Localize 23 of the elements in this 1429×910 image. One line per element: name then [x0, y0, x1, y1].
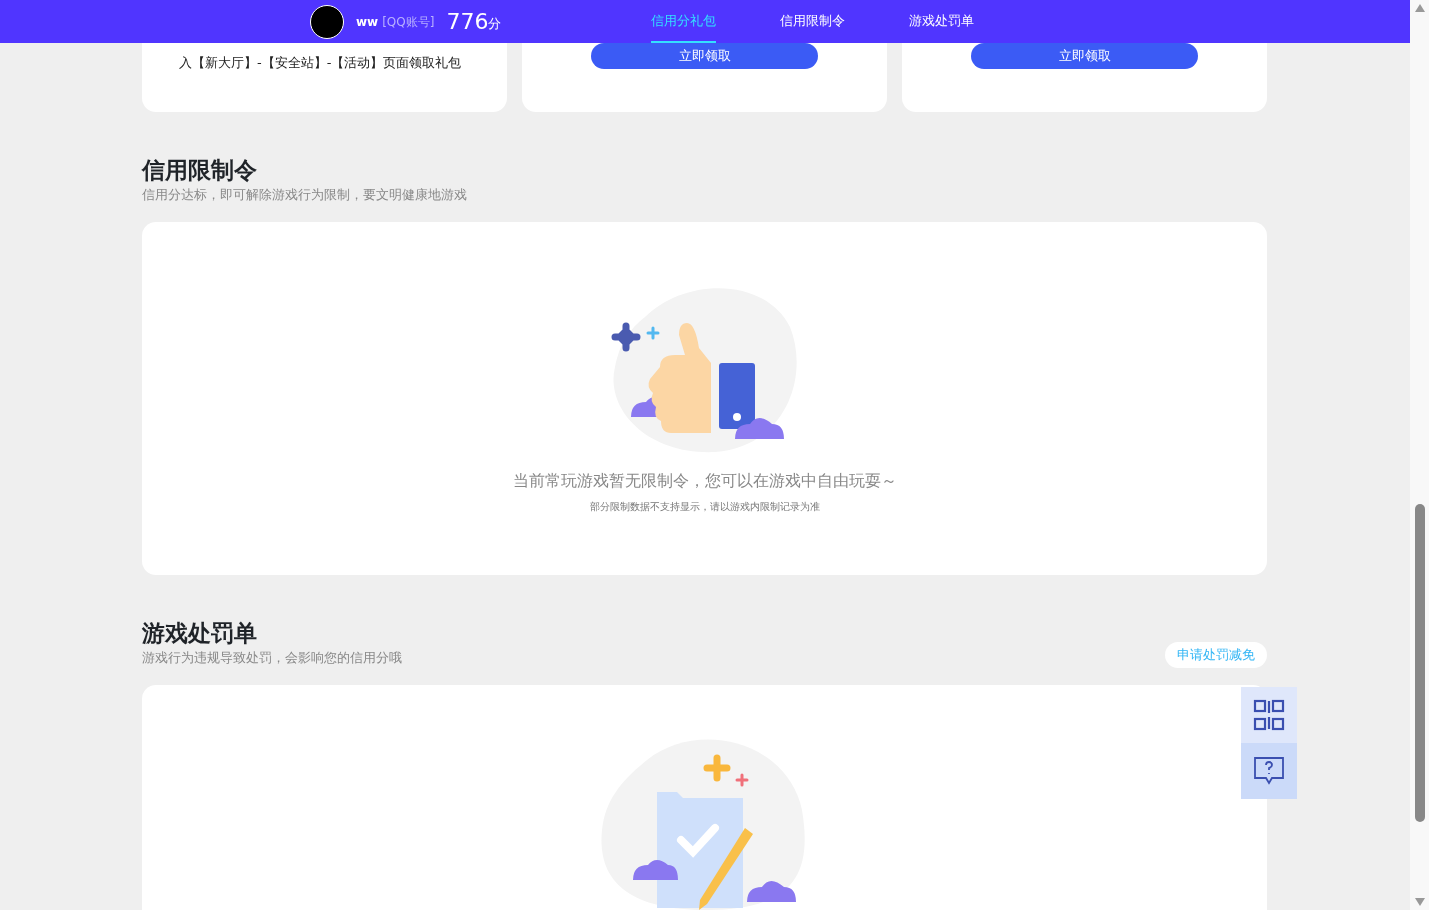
section-subtitle: 游戏行为违规导致处罚，会影响您的信用分哦	[142, 649, 402, 667]
avatar	[310, 4, 344, 39]
score-unit: 分	[488, 15, 502, 33]
nav-tab[interactable]: 信用限制令	[780, 0, 846, 43]
account-type: [QQ账号]	[382, 13, 435, 31]
qr-code-button[interactable]	[1241, 687, 1297, 743]
section-subtitle: 信用分达标，即可解除游戏行为限制，要文明健康地游戏	[142, 186, 467, 204]
scroll-down-icon[interactable]	[1414, 898, 1425, 906]
claim-button[interactable]: 立即领取	[971, 43, 1198, 69]
section-title: 信用限制令	[142, 156, 258, 185]
section-title: 游戏处罚单	[142, 619, 258, 648]
help-button[interactable]	[1241, 743, 1297, 799]
scrollbar-thumb[interactable]	[1414, 504, 1425, 822]
gift-instructions: 入【新大厅】-【安全站】-【活动】页面领取礼包	[178, 54, 463, 72]
empty-message: 当前常玩游戏暂无限制令，您可以在游戏中自由玩耍～	[512, 470, 897, 492]
claim-button[interactable]: 立即领取	[591, 43, 818, 69]
nav-tab[interactable]: 游戏处罚单	[909, 0, 975, 43]
help-chat-icon	[1253, 756, 1285, 786]
scroll-up-icon[interactable]	[1414, 4, 1425, 12]
user-name: ww	[356, 13, 379, 31]
restriction-note: 部分限制数据不支持显示，请以游戏内限制记录为准	[589, 500, 820, 514]
credit-score: 776	[446, 8, 489, 36]
qr-code-icon	[1253, 699, 1285, 731]
